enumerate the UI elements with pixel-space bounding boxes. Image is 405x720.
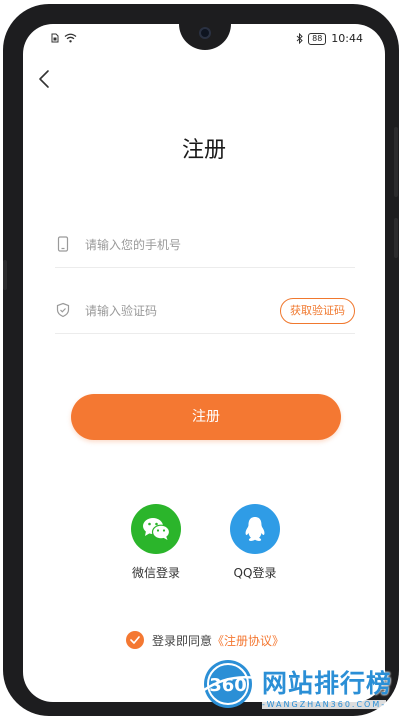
watermark-logo-text: 360 bbox=[209, 675, 247, 696]
status-time: 10:44 bbox=[331, 32, 363, 45]
bluetooth-icon bbox=[296, 33, 303, 44]
phone-screen: 88 10:44 注册 请输入您的手机号 请输入验证码 获取验证码 注册 微信登… bbox=[23, 24, 385, 702]
check-icon bbox=[130, 636, 140, 644]
code-field-row: 获取验证码 bbox=[55, 290, 355, 334]
agreement-text: 登录即同意 bbox=[152, 633, 213, 648]
status-right: 88 10:44 bbox=[296, 32, 363, 45]
agreement-row: 登录即同意 《注册协议》 bbox=[126, 631, 284, 649]
watermark-title: 网站排行榜 bbox=[262, 669, 393, 698]
battery-icon: 88 bbox=[308, 32, 327, 45]
phone-field-row bbox=[55, 224, 355, 268]
qq-circle bbox=[230, 504, 280, 554]
wifi-icon bbox=[64, 33, 77, 43]
code-input[interactable] bbox=[85, 298, 265, 324]
wechat-login-button[interactable]: 微信登录 bbox=[116, 504, 196, 581]
status-bar: 88 10:44 bbox=[23, 24, 385, 52]
register-button[interactable]: 注册 bbox=[71, 394, 341, 440]
watermark-logo: 360 bbox=[203, 660, 257, 708]
sim-icon bbox=[51, 33, 59, 43]
shield-check-icon bbox=[56, 302, 70, 318]
phone-icon bbox=[57, 236, 69, 252]
back-button[interactable] bbox=[31, 66, 57, 92]
phone-frame: 88 10:44 注册 请输入您的手机号 请输入验证码 获取验证码 注册 微信登… bbox=[3, 4, 399, 716]
chevron-left-icon bbox=[39, 70, 49, 88]
side-button-left bbox=[3, 260, 7, 290]
qq-login-button[interactable]: QQ登录 bbox=[215, 504, 295, 581]
phone-input[interactable] bbox=[85, 232, 265, 258]
phone-device: 88 10:44 注册 请输入您的手机号 请输入验证码 获取验证码 注册 微信登… bbox=[0, 0, 405, 720]
page-title: 注册 bbox=[181, 138, 226, 163]
agree-checkbox[interactable] bbox=[126, 631, 144, 649]
status-left bbox=[51, 33, 77, 43]
get-code-button[interactable]: 获取验证码 bbox=[280, 298, 355, 324]
watermark-domain: -WANGZHAN360.COM- bbox=[262, 700, 387, 709]
qq-penguin-icon bbox=[245, 517, 265, 541]
power-button bbox=[394, 218, 398, 258]
watermark: 360 网站排行榜 -WANGZHAN360.COM- bbox=[198, 656, 403, 716]
wechat-circle bbox=[131, 504, 181, 554]
wechat-icon bbox=[143, 518, 171, 540]
agreement-link[interactable]: 《注册协议》 bbox=[212, 632, 284, 649]
wechat-login-label: 微信登录 bbox=[131, 566, 180, 580]
volume-button bbox=[394, 127, 398, 197]
qq-login-label: QQ登录 bbox=[233, 566, 277, 580]
